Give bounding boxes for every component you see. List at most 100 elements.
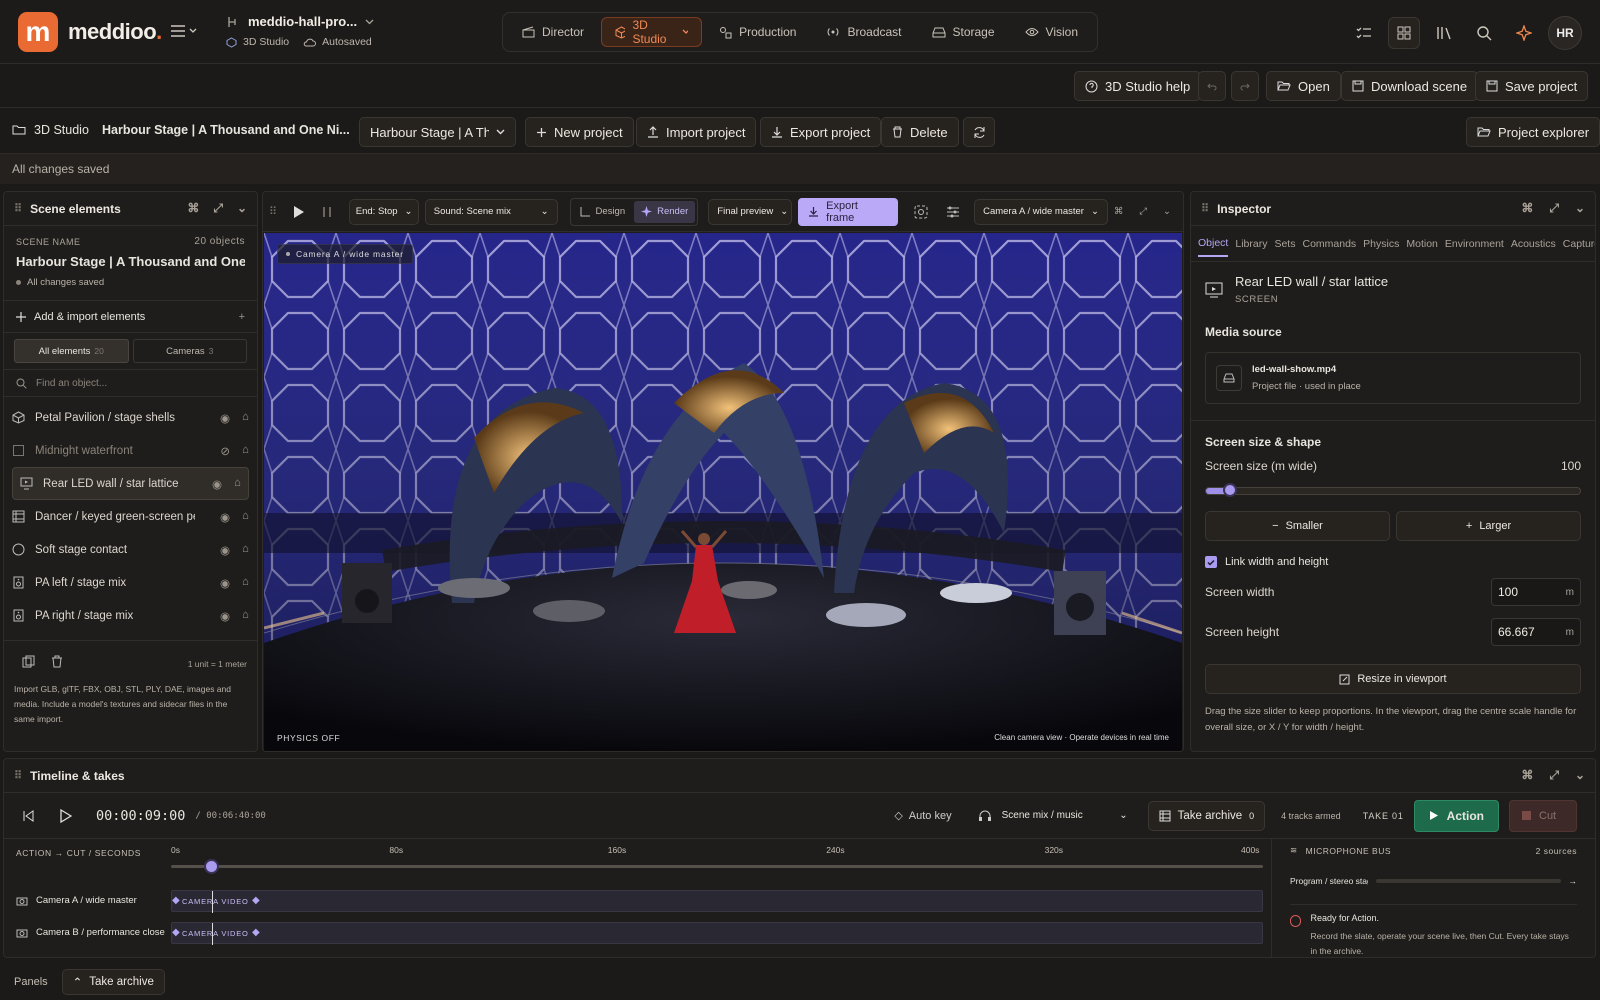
lock-icon[interactable]: ⌂ bbox=[242, 444, 249, 458]
render-mode[interactable]: Render bbox=[634, 200, 696, 223]
playhead-handle[interactable] bbox=[203, 859, 219, 874]
add-import-row[interactable]: Add & import elements + bbox=[4, 300, 257, 332]
pin-icon[interactable]: ⌘ bbox=[1521, 768, 1533, 783]
panels-label[interactable]: Panels bbox=[14, 976, 48, 988]
chevron-down-icon[interactable]: ⌄ bbox=[237, 201, 247, 216]
nav-storage[interactable]: Storage bbox=[919, 17, 1008, 47]
logo-mark[interactable]: m bbox=[18, 12, 58, 52]
inspector-tab[interactable]: Sets bbox=[1274, 232, 1295, 256]
expand-icon[interactable]: ⤢ bbox=[1139, 206, 1147, 217]
auto-key-toggle[interactable]: ◇ Auto key bbox=[894, 809, 951, 823]
nav-director[interactable]: Director bbox=[509, 17, 597, 47]
pin-icon[interactable]: ⌘ bbox=[1114, 206, 1124, 217]
take-archive-button[interactable]: Take archive 0 bbox=[1147, 800, 1266, 831]
track-lane[interactable]: ◆ CAMERA VIDEO ◆ bbox=[171, 890, 1263, 913]
lock-icon[interactable]: ⌂ bbox=[242, 609, 249, 623]
delete-button[interactable]: Delete bbox=[881, 117, 959, 147]
pause-icon[interactable] bbox=[321, 205, 333, 219]
drag-handle-icon[interactable]: ⠿ bbox=[14, 769, 22, 782]
trash-icon[interactable] bbox=[51, 655, 63, 668]
skip-back-icon[interactable] bbox=[22, 809, 35, 822]
sound-select[interactable]: Sound: Scene mix ⌄ bbox=[424, 198, 558, 225]
inspector-tab[interactable]: Commands bbox=[1302, 232, 1356, 256]
preview-select[interactable]: Final preview ⌄ bbox=[708, 198, 793, 225]
download-scene-button[interactable]: Download scene bbox=[1341, 71, 1479, 101]
scene-object-row[interactable]: PA right / stage mix ◉ ⌂ bbox=[4, 599, 257, 632]
grid-button[interactable] bbox=[1388, 17, 1420, 49]
play-icon[interactable] bbox=[291, 205, 305, 219]
keyframe-icon[interactable]: ◆ bbox=[252, 895, 260, 906]
nav-vision[interactable]: Vision bbox=[1012, 17, 1091, 47]
eye-icon[interactable]: ◉ bbox=[220, 576, 230, 590]
ruler-track[interactable] bbox=[171, 865, 1263, 868]
nav-3d-studio[interactable]: 3D Studio bbox=[601, 17, 703, 47]
inspector-tab[interactable]: Physics bbox=[1363, 232, 1399, 256]
open-button[interactable]: Open bbox=[1266, 71, 1341, 101]
pin-icon[interactable]: ⌘ bbox=[187, 201, 199, 216]
scene-object-row[interactable]: Soft stage contact ◉ ⌂ bbox=[4, 533, 257, 566]
eye-icon[interactable]: ◉ bbox=[220, 510, 230, 524]
clip-label[interactable]: CAMERA VIDEO bbox=[182, 929, 249, 938]
height-input[interactable]: 66.667 m bbox=[1491, 618, 1581, 646]
size-slider[interactable] bbox=[1205, 483, 1581, 497]
mix-select[interactable]: Scene mix / music ⌄ bbox=[978, 809, 1128, 822]
menu-button[interactable] bbox=[170, 24, 197, 38]
library-button[interactable] bbox=[1428, 17, 1460, 49]
lock-icon[interactable]: ⌂ bbox=[242, 411, 249, 425]
play-icon[interactable] bbox=[59, 808, 72, 823]
eye-icon[interactable]: ◉ bbox=[220, 411, 230, 425]
track-lane[interactable]: ◆ CAMERA VIDEO ◆ bbox=[171, 922, 1263, 945]
eye-icon[interactable]: ◉ bbox=[212, 477, 222, 491]
media-source-card[interactable]: led-wall-show.mp4 Project file · used in… bbox=[1205, 352, 1581, 404]
checkbox[interactable] bbox=[1205, 556, 1217, 568]
larger-button[interactable]: + Larger bbox=[1396, 511, 1581, 541]
take-archive-toggle[interactable]: ⌃ Take archive bbox=[61, 969, 165, 995]
snapshot-icon[interactable] bbox=[914, 205, 928, 219]
keyframe-icon[interactable]: ◆ bbox=[172, 927, 180, 938]
time-ruler[interactable]: 0s 80s 160s 240s 320s 400s bbox=[171, 841, 1263, 885]
expand-icon[interactable]: ⤢ bbox=[1549, 768, 1559, 783]
undo-button[interactable] bbox=[1198, 71, 1226, 101]
sliders-icon[interactable] bbox=[946, 205, 960, 219]
inspector-tab[interactable]: Environment bbox=[1445, 232, 1504, 256]
eye-icon[interactable]: ◉ bbox=[220, 609, 230, 623]
logo-text[interactable]: meddioo. bbox=[68, 19, 162, 45]
duplicate-icon[interactable] bbox=[22, 655, 35, 668]
refresh-button[interactable] bbox=[963, 117, 995, 147]
drag-handle-icon[interactable]: ⠿ bbox=[14, 202, 22, 215]
arrow-right-icon[interactable]: → bbox=[1569, 876, 1578, 886]
camera-select[interactable]: Camera A / wide master ⌄ bbox=[974, 198, 1108, 225]
scene-object-row[interactable]: PA left / stage mix ◉ ⌂ bbox=[4, 566, 257, 599]
eye-icon[interactable]: ◉ bbox=[220, 543, 230, 557]
cut-button[interactable]: Cut bbox=[1509, 799, 1577, 832]
scene-object-row[interactable]: Dancer / keyed green-screen pe... ◉ ⌂ bbox=[4, 500, 257, 533]
save-project-button[interactable]: Save project bbox=[1475, 71, 1589, 101]
expand-icon[interactable]: ⤢ bbox=[213, 201, 223, 216]
tab-cameras[interactable]: Cameras 3 bbox=[132, 339, 247, 363]
checklist-button[interactable] bbox=[1348, 17, 1380, 49]
scene-object-row[interactable]: Midnight waterfront ⊘ ⌂ bbox=[4, 434, 257, 467]
search-button[interactable] bbox=[1468, 17, 1500, 49]
expand-icon[interactable]: ⤢ bbox=[1549, 201, 1559, 216]
tab-all-elements[interactable]: All elements 20 bbox=[14, 339, 129, 363]
chevron-down-icon[interactable]: ⌄ bbox=[1575, 768, 1585, 783]
export-frame-button[interactable]: Export frame bbox=[798, 197, 899, 226]
eye-off-icon[interactable]: ⊘ bbox=[220, 444, 230, 458]
lock-icon[interactable]: ⌂ bbox=[234, 477, 241, 491]
inspector-tab[interactable]: Library bbox=[1235, 232, 1267, 256]
design-mode[interactable]: Design bbox=[573, 201, 633, 223]
keyframe-icon[interactable]: ◆ bbox=[172, 895, 180, 906]
project-switcher[interactable]: meddio-hall-pro... bbox=[226, 14, 374, 29]
drag-handle-icon[interactable]: ⠿ bbox=[1201, 202, 1209, 215]
new-project-button[interactable]: New project bbox=[525, 117, 634, 147]
clip-label[interactable]: CAMERA VIDEO bbox=[182, 897, 249, 906]
inspector-tab[interactable]: Motion bbox=[1406, 232, 1438, 256]
end-select[interactable]: End: Stop ⌄ bbox=[348, 198, 419, 225]
render-view[interactable] bbox=[264, 233, 1182, 751]
slider-thumb[interactable] bbox=[1222, 483, 1237, 497]
inspector-tab[interactable]: Acoustics bbox=[1511, 232, 1556, 256]
drag-handle-icon[interactable]: ⠿ bbox=[269, 205, 277, 218]
chevron-down-icon[interactable]: ⌄ bbox=[1163, 206, 1171, 217]
scene-object-row[interactable]: Petal Pavilion / stage shells ◉ ⌂ bbox=[4, 401, 257, 434]
user-avatar[interactable]: HR bbox=[1548, 16, 1582, 50]
